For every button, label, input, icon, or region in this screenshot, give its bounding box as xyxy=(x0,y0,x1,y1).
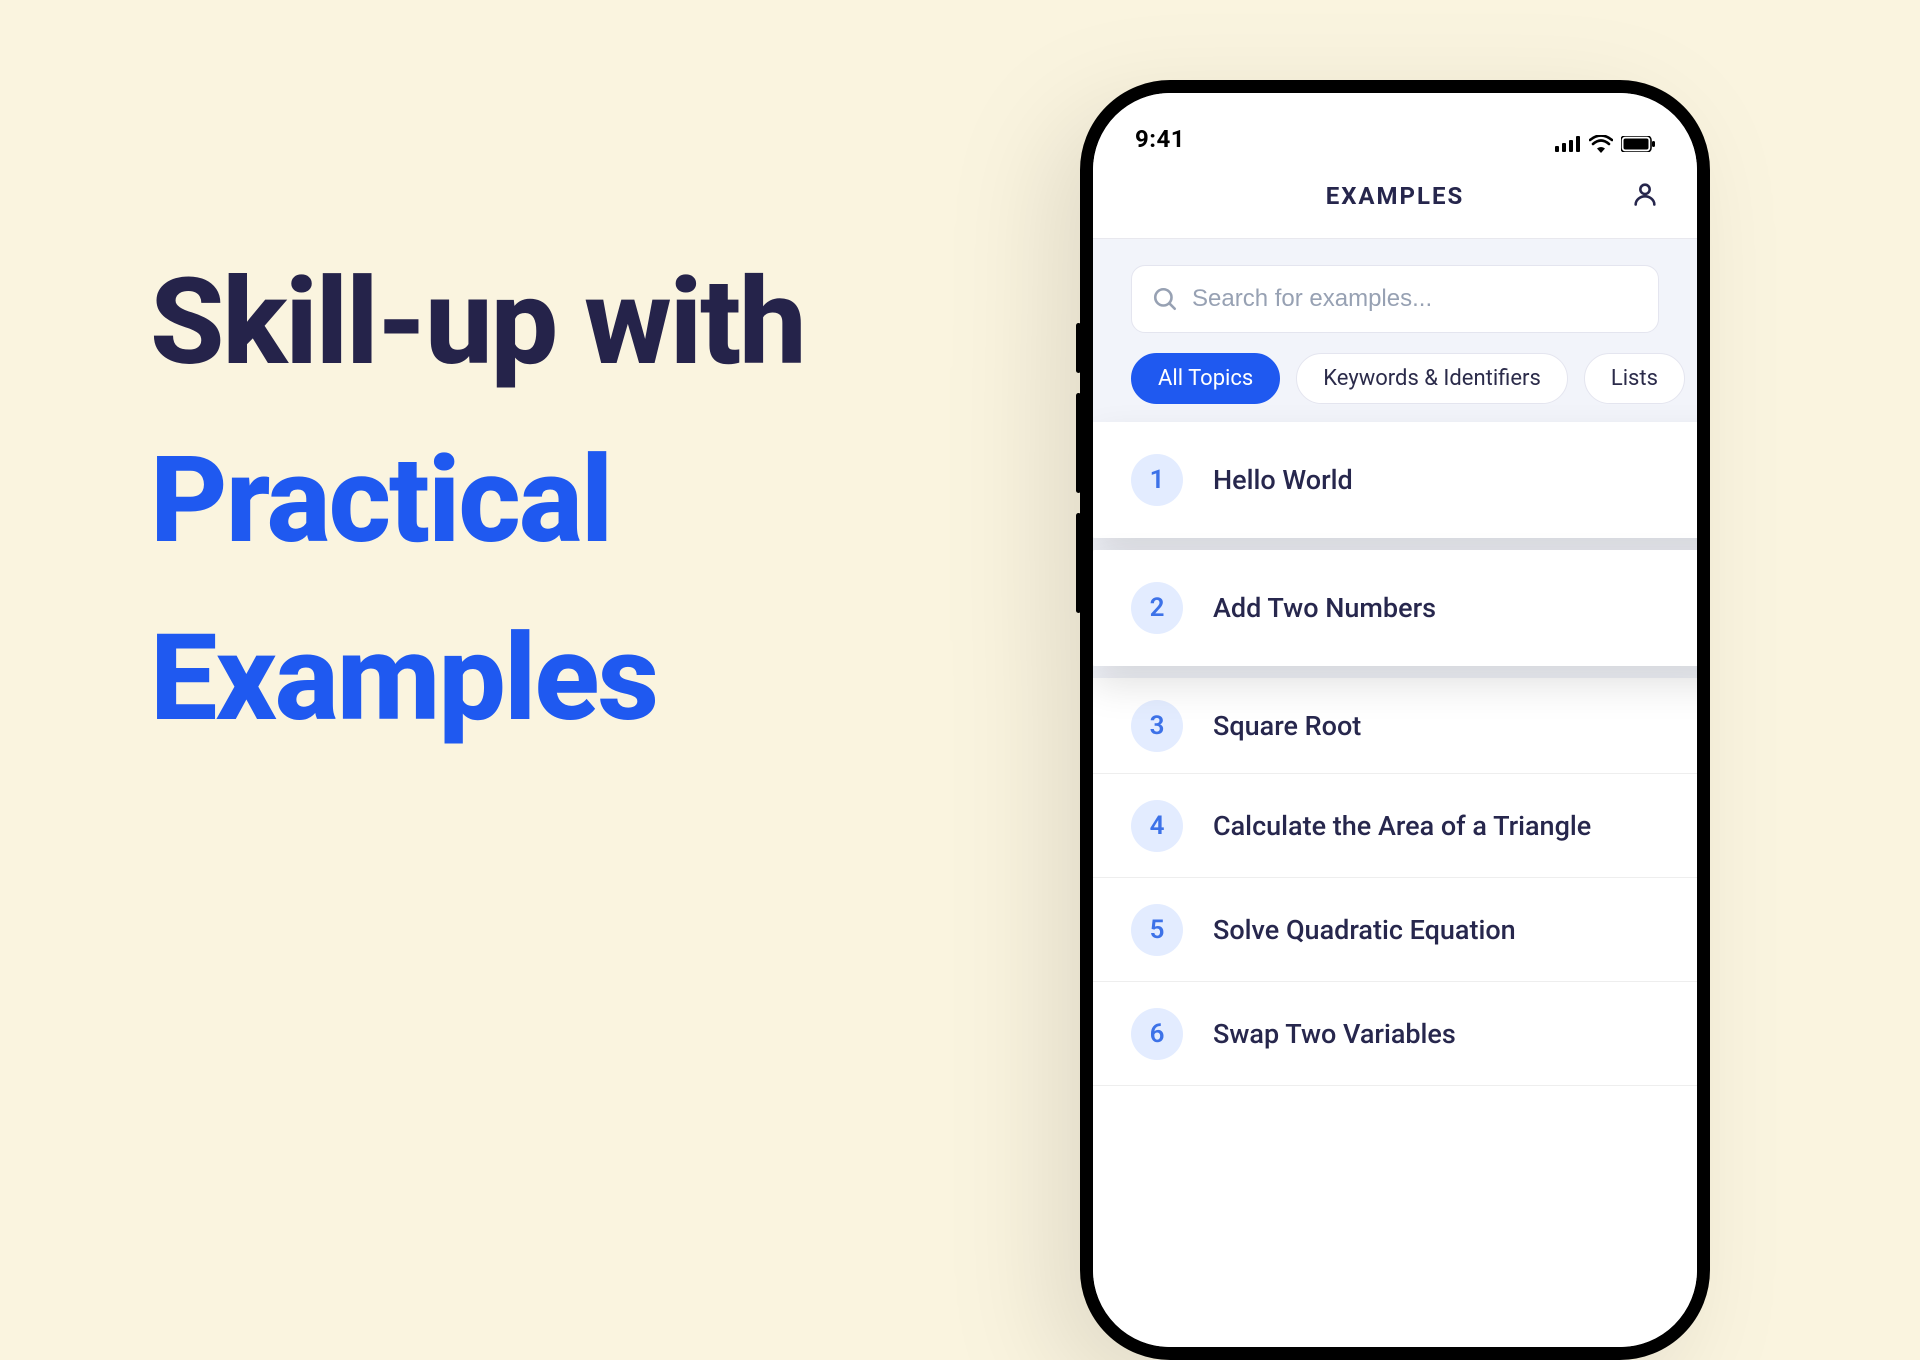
item-number: 3 xyxy=(1131,700,1183,752)
search-icon xyxy=(1152,286,1178,312)
phone-mock: 9:41 EXAMPLES All T xyxy=(1080,80,1710,1080)
list-item[interactable]: 1 Hello World xyxy=(1093,422,1697,538)
status-time: 9:41 xyxy=(1135,125,1185,153)
list-item[interactable]: 2 Add Two Numbers xyxy=(1093,550,1697,666)
cellular-icon xyxy=(1555,136,1581,152)
phone-side-button xyxy=(1076,393,1081,493)
filter-chips[interactable]: All Topics Keywords & Identifiers Lists … xyxy=(1093,347,1697,422)
item-number: 5 xyxy=(1131,904,1183,956)
list-item[interactable]: 4 Calculate the Area of a Triangle xyxy=(1093,774,1697,878)
item-title: Swap Two Variables xyxy=(1213,1018,1456,1050)
profile-button[interactable] xyxy=(1631,180,1659,212)
list-item[interactable]: 3 Square Root xyxy=(1093,678,1697,773)
item-title: Solve Quadratic Equation xyxy=(1213,914,1516,946)
filter-chip-keywords[interactable]: Keywords & Identifiers xyxy=(1296,353,1568,404)
hero-line-3: Examples xyxy=(150,616,950,742)
list-item[interactable]: 6 Swap Two Variables xyxy=(1093,982,1697,1086)
hero-line-2: Practical xyxy=(150,438,950,564)
item-number: 1 xyxy=(1131,454,1183,506)
hero-line-1: Skill-up with xyxy=(150,260,950,386)
item-title: Calculate the Area of a Triangle xyxy=(1213,810,1591,842)
battery-icon xyxy=(1621,136,1655,152)
search-box[interactable] xyxy=(1131,265,1659,333)
wifi-icon xyxy=(1589,135,1613,153)
status-bar: 9:41 xyxy=(1093,93,1697,153)
item-number: 6 xyxy=(1131,1008,1183,1060)
item-number: 2 xyxy=(1131,582,1183,634)
app-header: EXAMPLES xyxy=(1093,153,1697,239)
page-title: EXAMPLES xyxy=(1326,182,1465,210)
search-area xyxy=(1093,239,1697,347)
item-title: Hello World xyxy=(1213,464,1353,496)
search-input[interactable] xyxy=(1192,285,1638,313)
item-number: 4 xyxy=(1131,800,1183,852)
hero-text: Skill-up with Practical Examples xyxy=(150,260,950,794)
list-item[interactable]: 5 Solve Quadratic Equation xyxy=(1093,878,1697,982)
filter-chip-all-topics[interactable]: All Topics xyxy=(1131,353,1280,404)
examples-list: 1 Hello World 2 Add Two Numbers 3 Square… xyxy=(1093,422,1697,1086)
phone-side-button xyxy=(1076,513,1081,613)
phone-side-button xyxy=(1076,323,1081,373)
user-icon xyxy=(1631,180,1659,208)
item-title: Add Two Numbers xyxy=(1213,592,1436,624)
filter-chip-lists[interactable]: Lists xyxy=(1584,353,1685,404)
item-title: Square Root xyxy=(1213,710,1361,742)
